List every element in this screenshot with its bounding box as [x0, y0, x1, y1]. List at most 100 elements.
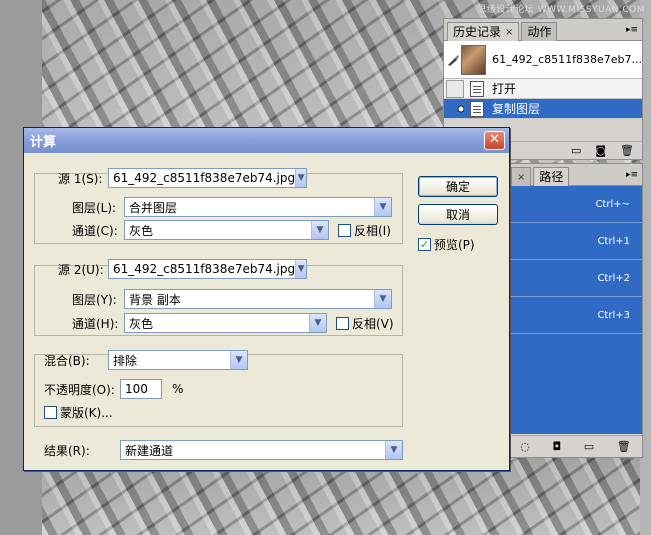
history-source-box[interactable]: [446, 100, 465, 118]
source1-channel-select[interactable]: 灰色 ▼: [124, 220, 329, 240]
source1-layer-value: 合并图层: [129, 200, 178, 215]
source2-invert-checkbox[interactable]: [336, 316, 349, 330]
chevron-down-icon[interactable]: ▼: [374, 198, 391, 216]
result-row: 结果(R): 新建通道 ▼: [44, 440, 403, 460]
panel-menu-icon[interactable]: ▸≡: [626, 25, 638, 35]
tab-actions-label: 动作: [527, 24, 552, 39]
save-selection-icon[interactable]: ◘: [552, 440, 561, 453]
source2-channel-value: 灰色: [129, 316, 154, 331]
channel-shortcut: Ctrl+2: [597, 272, 630, 284]
ok-button[interactable]: 确定: [418, 176, 498, 197]
source2-row: 源 2(U): 61_492_c8511f838e7eb74.jpg ▼: [58, 259, 307, 279]
close-icon[interactable]: ×: [505, 24, 513, 41]
source1-file-select[interactable]: 61_492_c8511f838e7eb74.jpg ▼: [108, 168, 307, 188]
panel-menu-icon[interactable]: ▸≡: [626, 170, 638, 180]
result-select[interactable]: 新建通道 ▼: [120, 440, 403, 460]
source1-file-value: 61_492_c8511f838e7eb74.jpg: [113, 171, 296, 185]
chevron-down-icon[interactable]: ▼: [295, 169, 306, 187]
source2-layer-select[interactable]: 背景 副本 ▼: [124, 289, 392, 309]
opacity-label: 不透明度(O):: [44, 382, 115, 397]
history-state-icon: [470, 80, 484, 97]
source2-layer-value: 背景 副本: [129, 292, 181, 307]
chevron-down-icon[interactable]: ▼: [230, 351, 247, 369]
source1-invert-label[interactable]: 反相(I): [354, 222, 391, 239]
load-selection-icon[interactable]: ◌: [520, 440, 530, 453]
blend-row: 混合(B): 排除 ▼: [44, 350, 248, 370]
source1-channel-label: 通道(C):: [72, 223, 118, 238]
dialog-close-button[interactable]: ✕: [484, 131, 505, 150]
source2-file-value: 61_492_c8511f838e7eb74.jpg: [113, 262, 296, 276]
channel-row-1[interactable]: Ctrl+1: [509, 223, 642, 260]
mask-checkbox[interactable]: [44, 406, 57, 419]
camera-icon[interactable]: ◙: [595, 144, 606, 157]
source2-channel-row: 通道(H): 灰色 ▼ 反相(V): [72, 313, 394, 333]
dialog-title: 计算: [30, 135, 57, 150]
channel-list-empty: [509, 334, 642, 434]
history-item-duplicate-layer[interactable]: 复制图层: [444, 99, 642, 119]
chevron-down-icon[interactable]: ▼: [311, 221, 328, 239]
source1-invert-checkbox[interactable]: [338, 223, 351, 237]
blend-mode-value: 排除: [113, 353, 138, 368]
source2-label: 源 2(U):: [58, 262, 104, 277]
new-document-icon[interactable]: ▭: [571, 144, 581, 157]
chevron-down-icon[interactable]: ▼: [374, 290, 391, 308]
source1-layer-row: 图层(L): 合并图层 ▼: [72, 197, 392, 217]
history-state-icon: [470, 100, 484, 117]
history-item-label: 复制图层: [492, 102, 541, 116]
history-snapshot[interactable]: 61_492_c8511f838e7eb7...: [444, 41, 642, 79]
tab-paths-label: 路径: [539, 169, 564, 184]
history-panel-tabs: 历史记录 × 动作: [444, 19, 642, 41]
mask-row: 蒙版(K)...: [44, 404, 113, 421]
source1-row: 源 1(S): 61_492_c8511f838e7eb74.jpg ▼: [58, 168, 307, 188]
preview-label[interactable]: 预览(P): [434, 236, 475, 253]
tab-channels[interactable]: ×: [511, 167, 532, 186]
source2-channel-label: 通道(H):: [72, 316, 119, 331]
close-icon[interactable]: ×: [517, 169, 525, 186]
history-source-box[interactable]: [446, 79, 464, 98]
source1-channel-value: 灰色: [129, 223, 154, 238]
trash-icon[interactable]: 🗑: [617, 440, 631, 453]
opacity-row: 不透明度(O): 100 %: [44, 379, 183, 399]
channels-panel-tabs: × 路径: [509, 164, 642, 186]
channel-shortcut: Ctrl+1: [597, 235, 630, 247]
dialog-titlebar[interactable]: 计算 ✕: [24, 128, 509, 153]
channel-row-2[interactable]: Ctrl+2: [509, 260, 642, 297]
chevron-down-icon[interactable]: ▼: [295, 260, 306, 278]
chevron-down-icon[interactable]: ▼: [309, 314, 326, 332]
snapshot-name: 61_492_c8511f838e7eb7...: [492, 53, 642, 66]
mask-label[interactable]: 蒙版(K)...: [60, 404, 113, 421]
result-label: 结果(R):: [44, 443, 90, 458]
tab-actions[interactable]: 动作: [521, 22, 558, 41]
trash-icon[interactable]: 🗑: [620, 144, 634, 157]
tab-history[interactable]: 历史记录 ×: [447, 22, 520, 41]
result-value: 新建通道: [125, 443, 174, 458]
source1-channel-row: 通道(C): 灰色 ▼ 反相(I): [72, 220, 391, 240]
opacity-input[interactable]: 100: [120, 379, 162, 399]
channel-list: Ctrl+~ Ctrl+1 Ctrl+2 Ctrl+3: [509, 186, 642, 434]
history-brush-icon[interactable]: [444, 41, 461, 79]
source1-layer-label: 图层(L):: [72, 200, 117, 215]
channel-shortcut: Ctrl+~: [595, 198, 630, 210]
history-item-open[interactable]: 打开: [444, 79, 642, 99]
source2-channel-select[interactable]: 灰色 ▼: [124, 313, 327, 333]
source1-label: 源 1(S):: [58, 171, 103, 186]
channel-shortcut: Ctrl+3: [597, 309, 630, 321]
channel-row-3[interactable]: Ctrl+3: [509, 297, 642, 334]
channel-row-composite[interactable]: Ctrl+~: [509, 186, 642, 223]
blend-mode-select[interactable]: 排除 ▼: [108, 350, 248, 370]
source2-invert-label[interactable]: 反相(V): [352, 315, 394, 332]
new-channel-icon[interactable]: ▭: [584, 440, 594, 453]
tab-paths[interactable]: 路径: [533, 167, 570, 186]
preview-checkbox[interactable]: ✓: [418, 238, 431, 251]
snapshot-thumbnail: [461, 44, 487, 75]
source2-layer-row: 图层(Y): 背景 副本 ▼: [72, 289, 392, 309]
source2-file-select[interactable]: 61_492_c8511f838e7eb74.jpg ▼: [108, 259, 307, 279]
history-item-label: 打开: [492, 82, 517, 96]
tab-history-label: 历史记录: [453, 24, 502, 39]
source1-layer-select[interactable]: 合并图层 ▼: [124, 197, 392, 217]
cancel-button[interactable]: 取消: [418, 204, 498, 225]
channels-panel: × 路径 ▸≡ Ctrl+~ Ctrl+1 Ctrl+2 Ctrl+3 ◌ ◘ …: [508, 163, 643, 458]
chevron-down-icon[interactable]: ▼: [385, 441, 402, 459]
calculations-dialog: 计算 ✕ 源 1(S): 61_492_c8511f838e7eb74.jpg …: [23, 127, 510, 471]
watermark: 思缘设计论坛 WWW.MISSYUAN.COM: [477, 5, 645, 15]
